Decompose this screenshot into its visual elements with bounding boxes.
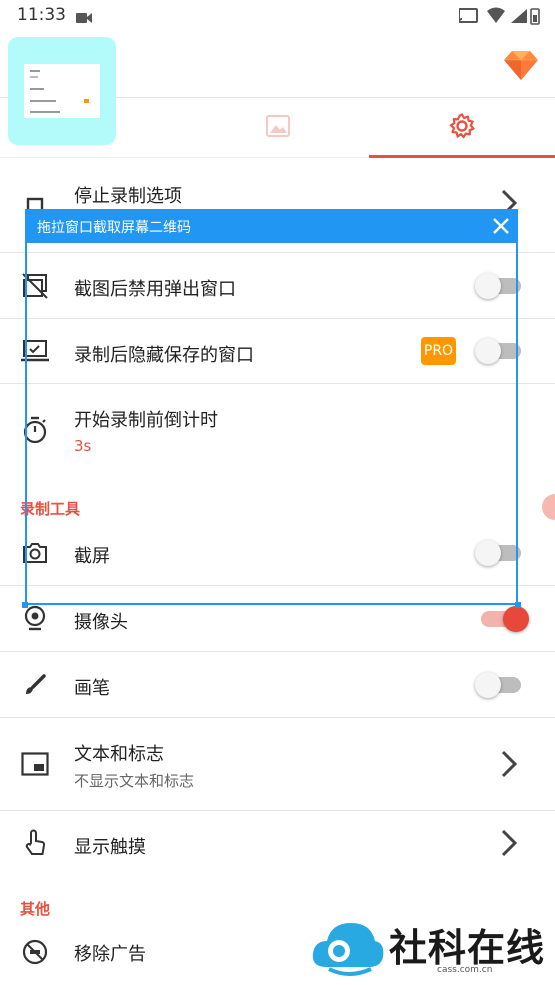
- floating-record-button[interactable]: [542, 494, 555, 520]
- capture-title: 拖拉窗口截取屏幕二维码: [37, 220, 191, 236]
- screenshot-thumbnail[interactable]: [8, 37, 116, 145]
- row-label: 停止录制选项: [74, 186, 182, 207]
- qr-capture-frame[interactable]: 拖拉窗口截取屏幕二维码: [22, 209, 521, 608]
- section-header-other: 其他: [20, 900, 51, 918]
- premium-gem-icon[interactable]: [504, 49, 538, 85]
- cloud-logo-icon: [312, 923, 384, 976]
- status-time: 11:33: [17, 5, 66, 25]
- cast-icon: [458, 8, 478, 23]
- row-label: 画笔: [74, 678, 110, 699]
- row-label: 摄像头: [74, 612, 128, 633]
- no-ads-icon: [20, 937, 50, 967]
- wifi-icon: [487, 7, 505, 23]
- battery-icon: [530, 8, 540, 25]
- watermark: 社科在线 cass.com.cn: [309, 915, 555, 985]
- tab-settings[interactable]: [369, 98, 554, 158]
- watermark-url: cass.com.cn: [437, 965, 493, 975]
- camera-toggle[interactable]: [481, 606, 529, 632]
- resize-handle-bottom-right[interactable]: [515, 602, 521, 608]
- signal-icon: [511, 9, 527, 23]
- brush-icon: [20, 670, 50, 700]
- brush-toggle[interactable]: [475, 672, 521, 698]
- gear-icon: [449, 113, 475, 143]
- chevron-right-icon: [501, 750, 518, 782]
- status-icons: [458, 6, 541, 30]
- tab-gallery[interactable]: [185, 98, 370, 158]
- video-record-icon: [76, 9, 92, 28]
- touch-icon: [20, 828, 50, 858]
- row-label: 文本和标志: [74, 744, 164, 765]
- row-label: 移除广告: [74, 944, 146, 965]
- chevron-right-icon: [501, 829, 518, 861]
- row-sublabel: 不显示文本和标志: [74, 772, 195, 790]
- picture-in-picture-icon: [20, 749, 50, 779]
- status-bar: 11:33: [0, 0, 555, 32]
- row-text-logo[interactable]: 文本和标志 不显示文本和标志: [0, 718, 555, 811]
- row-show-touches[interactable]: 显示触摸: [0, 811, 555, 877]
- capture-title-bar[interactable]: 拖拉窗口截取屏幕二维码: [25, 209, 518, 243]
- resize-handle-bottom-left[interactable]: [22, 602, 28, 608]
- watermark-brand: 社科在线: [389, 926, 546, 970]
- thumbnail-preview: [24, 64, 100, 118]
- image-icon: [265, 115, 290, 141]
- close-icon[interactable]: [490, 215, 512, 237]
- row-brush[interactable]: 画笔: [0, 652, 555, 718]
- row-label: 显示触摸: [74, 837, 146, 858]
